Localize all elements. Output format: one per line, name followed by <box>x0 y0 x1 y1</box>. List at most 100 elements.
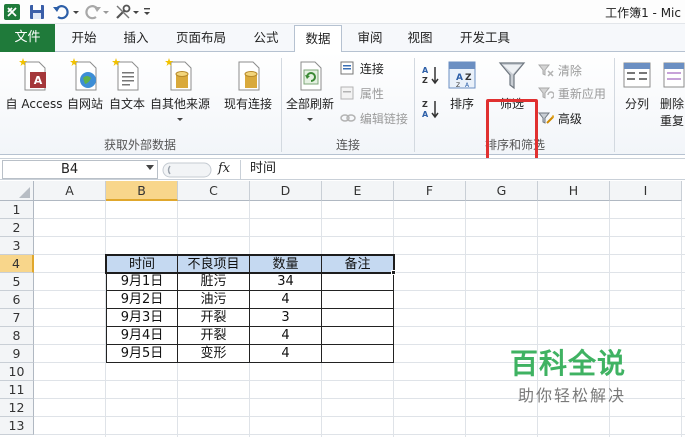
row-header-2[interactable]: 2 <box>0 219 34 237</box>
table-header-cell-date[interactable]: 时间 <box>106 255 178 273</box>
advanced-filter-button[interactable]: 高级 <box>537 110 582 127</box>
column-header-c[interactable]: C <box>178 181 250 201</box>
select-all-icon <box>19 187 30 198</box>
web-icon <box>70 58 97 91</box>
table-cell-defect[interactable]: 变形 <box>178 345 250 363</box>
table-cell-date[interactable]: 9月3日 <box>106 309 178 327</box>
table-cell-quantity[interactable]: 3 <box>250 309 322 327</box>
column-header-f[interactable]: F <box>394 181 466 201</box>
row-header-1[interactable]: 1 <box>0 201 34 219</box>
row-header-4[interactable]: 4 <box>0 255 34 273</box>
insert-function-button[interactable]: fx <box>218 161 230 176</box>
row-header-5[interactable]: 5 <box>0 273 34 291</box>
tools-icon[interactable] <box>114 3 132 21</box>
table-cell-date[interactable]: 9月2日 <box>106 291 178 309</box>
name-box-dropdown-icon[interactable] <box>146 165 154 170</box>
from-other-sources-label: 自其他来源 <box>149 97 210 111</box>
table-cell-remarks[interactable] <box>322 291 394 309</box>
row-header-10[interactable]: 10 <box>0 363 34 381</box>
column-header-b[interactable]: B <box>106 181 178 201</box>
column-header-i[interactable]: I <box>610 181 682 201</box>
sort-ascending-button[interactable]: A Z <box>421 64 441 89</box>
fill-handle[interactable] <box>391 270 396 275</box>
existing-connections-button[interactable]: 现有连接 <box>220 56 276 112</box>
clear-filter-button[interactable]: 清除 <box>537 62 582 79</box>
remove-duplicates-label-2: 重复 <box>660 114 685 128</box>
table-cell-quantity[interactable]: 4 <box>250 327 322 345</box>
row-header-12[interactable]: 12 <box>0 399 34 417</box>
row-header-8[interactable]: 8 <box>0 327 34 345</box>
row-header-7[interactable]: 7 <box>0 309 34 327</box>
reapply-filter-button[interactable]: 重新应用 <box>537 85 606 102</box>
redo-icon[interactable] <box>84 3 102 21</box>
reapply-filter-label: 重新应用 <box>557 87 606 101</box>
tab-insert[interactable]: 插入 <box>114 24 158 52</box>
table-cell-remarks[interactable] <box>322 309 394 327</box>
tab-home[interactable]: 开始 <box>62 24 106 52</box>
tab-page-layout[interactable]: 页面布局 <box>168 24 234 52</box>
table-header-cell-defect[interactable]: 不良项目 <box>178 255 250 273</box>
text-to-columns-button[interactable]: 分列 <box>618 58 656 112</box>
formula-bar-resize-handle[interactable] <box>162 162 212 178</box>
row-header-13[interactable]: 13 <box>0 417 34 435</box>
name-box[interactable]: B4 <box>2 160 158 179</box>
access-icon: A <box>19 58 46 91</box>
tab-data[interactable]: 数据 <box>294 25 342 53</box>
formula-input[interactable]: 时间 <box>240 160 680 179</box>
table-cell-defect[interactable]: 油污 <box>178 291 250 309</box>
from-text-button[interactable]: 自文本 <box>106 56 148 112</box>
sort-button[interactable]: A Z Z A 排序 <box>444 58 480 112</box>
sort-label: 排序 <box>449 97 474 111</box>
refresh-all-button[interactable]: 全部刷新 <box>284 56 336 126</box>
from-other-sources-button[interactable]: 自其他来源 <box>148 56 212 126</box>
redo-dropdown-icon[interactable] <box>102 3 110 21</box>
existing-connections-label: 现有连接 <box>223 97 272 111</box>
tab-view[interactable]: 视图 <box>398 24 442 52</box>
table-cell-defect[interactable]: 开裂 <box>178 327 250 345</box>
edit-links-button[interactable]: 编辑链接 <box>340 110 408 127</box>
watermark-subtitle: 助你轻松解决 <box>518 386 627 405</box>
table-cell-remarks[interactable] <box>322 327 394 345</box>
remove-duplicates-button[interactable]: 删除 重复 <box>660 58 685 129</box>
tab-review[interactable]: 审阅 <box>348 24 392 52</box>
table-cell-quantity[interactable]: 4 <box>250 345 322 363</box>
group-separator <box>614 58 615 152</box>
table-header-cell-quantity[interactable]: 数量 <box>250 255 322 273</box>
row-header-9[interactable]: 9 <box>0 345 34 363</box>
table-cell-defect[interactable]: 脏污 <box>178 273 250 291</box>
formula-bar: B4 fx 时间 <box>0 158 685 180</box>
table-cell-quantity[interactable]: 34 <box>250 273 322 291</box>
table-cell-remarks[interactable] <box>322 273 394 291</box>
customize-qat-icon[interactable] <box>142 3 152 21</box>
row-header-6[interactable]: 6 <box>0 291 34 309</box>
table-header-cell-remarks[interactable]: 备注 <box>322 255 394 273</box>
reapply-filter-icon <box>537 87 555 99</box>
undo-dropdown-icon[interactable] <box>72 3 80 21</box>
row-header-3[interactable]: 3 <box>0 237 34 255</box>
table-cell-date[interactable]: 9月1日 <box>106 273 178 291</box>
table-cell-date[interactable]: 9月4日 <box>106 327 178 345</box>
properties-button[interactable]: 属性 <box>340 85 384 102</box>
save-icon[interactable] <box>28 3 46 21</box>
sort-descending-button[interactable]: Z A <box>421 98 441 123</box>
window-title: 工作簿1 - Mic <box>605 6 681 20</box>
column-header-g[interactable]: G <box>466 181 538 201</box>
column-header-h[interactable]: H <box>538 181 610 201</box>
column-header-e[interactable]: E <box>322 181 394 201</box>
tab-formulas[interactable]: 公式 <box>244 24 288 52</box>
table-cell-defect[interactable]: 开裂 <box>178 309 250 327</box>
connections-button[interactable]: 连接 <box>340 60 384 77</box>
from-web-button[interactable]: 自网站 <box>64 56 106 112</box>
table-cell-remarks[interactable] <box>322 345 394 363</box>
select-all-corner[interactable] <box>0 181 34 201</box>
tools-dropdown-icon[interactable] <box>132 3 140 21</box>
column-header-d[interactable]: D <box>250 181 322 201</box>
tab-file[interactable]: 文件 <box>0 24 55 52</box>
from-access-button[interactable]: A 自 Access <box>4 56 64 112</box>
row-header-11[interactable]: 11 <box>0 381 34 399</box>
table-cell-quantity[interactable]: 4 <box>250 291 322 309</box>
column-header-a[interactable]: A <box>34 181 106 201</box>
table-cell-date[interactable]: 9月5日 <box>106 345 178 363</box>
undo-icon[interactable] <box>52 3 72 21</box>
tab-developer[interactable]: 开发工具 <box>452 24 518 52</box>
